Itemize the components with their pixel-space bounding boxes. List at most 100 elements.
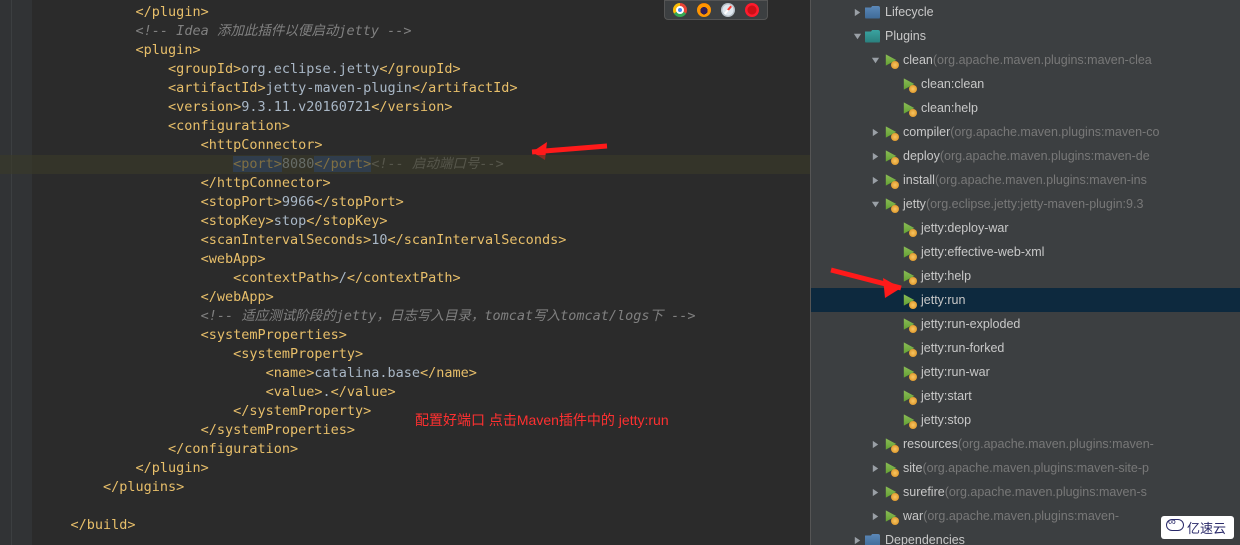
- maven-goal-icon: [901, 317, 915, 331]
- chrome-icon[interactable]: [673, 3, 687, 17]
- tree-label: deploy: [903, 149, 940, 163]
- code-line[interactable]: <systemProperty>: [32, 345, 810, 364]
- code-line[interactable]: <!-- Idea 添加此插件以便启动jetty -->: [32, 22, 810, 41]
- maven-node[interactable]: surefire (org.apache.maven.plugins:maven…: [811, 480, 1240, 504]
- opera-icon[interactable]: [745, 3, 759, 17]
- maven-node[interactable]: clean (org.apache.maven.plugins:maven-cl…: [811, 48, 1240, 72]
- code-line[interactable]: <stopPort>9966</stopPort>: [32, 193, 810, 212]
- code-line[interactable]: <scanIntervalSeconds>10</scanIntervalSec…: [32, 231, 810, 250]
- code-line[interactable]: </webApp>: [32, 288, 810, 307]
- maven-tool-window[interactable]: LifecyclePluginsclean (org.apache.maven.…: [810, 0, 1240, 545]
- tree-spacer: [887, 270, 899, 282]
- maven-node[interactable]: deploy (org.apache.maven.plugins:maven-d…: [811, 144, 1240, 168]
- tree-expand-icon[interactable]: [869, 126, 881, 138]
- maven-node[interactable]: jetty:run-exploded: [811, 312, 1240, 336]
- tree-expand-icon[interactable]: [869, 174, 881, 186]
- tree-label: jetty:run-war: [921, 365, 990, 379]
- maven-node[interactable]: site (org.apache.maven.plugins:maven-sit…: [811, 456, 1240, 480]
- tree-label: resources: [903, 437, 958, 451]
- tree-expand-icon[interactable]: [869, 510, 881, 522]
- maven-goal-icon: [883, 125, 897, 139]
- code-line[interactable]: <systemProperties>: [32, 326, 810, 345]
- maven-node[interactable]: jetty:help: [811, 264, 1240, 288]
- code-line[interactable]: <!-- 适应测试阶段的jetty，日志写入目录，tomcat写入tomcat/…: [32, 307, 810, 326]
- folder-icon: [865, 6, 880, 19]
- maven-goal-icon: [901, 101, 915, 115]
- maven-goal-icon: [883, 485, 897, 499]
- code-line[interactable]: [32, 497, 810, 516]
- code-line[interactable]: <configuration>: [32, 117, 810, 136]
- code-line[interactable]: <name>catalina.base</name>: [32, 364, 810, 383]
- code-line[interactable]: <httpConnector>: [32, 136, 810, 155]
- tree-label: jetty:run: [921, 293, 965, 307]
- tree-collapse-icon[interactable]: [869, 54, 881, 66]
- maven-node[interactable]: Plugins: [811, 24, 1240, 48]
- tree-label: install: [903, 173, 935, 187]
- tree-expand-icon[interactable]: [851, 6, 863, 18]
- maven-node[interactable]: jetty:stop: [811, 408, 1240, 432]
- maven-node[interactable]: compiler (org.apache.maven.plugins:maven…: [811, 120, 1240, 144]
- tree-spacer: [887, 78, 899, 90]
- maven-node[interactable]: clean:help: [811, 96, 1240, 120]
- maven-goal-icon: [901, 269, 915, 283]
- tree-meta: (org.apache.maven.plugins:maven-site-p: [922, 461, 1149, 475]
- code-line[interactable]: </httpConnector>: [32, 174, 810, 193]
- maven-node[interactable]: jetty:run-war: [811, 360, 1240, 384]
- code-line[interactable]: <contextPath>/</contextPath>: [32, 269, 810, 288]
- tree-spacer: [887, 102, 899, 114]
- code-area[interactable]: </plugin> <!-- Idea 添加此插件以便启动jetty --> <…: [32, 0, 810, 535]
- maven-node[interactable]: resources (org.apache.maven.plugins:mave…: [811, 432, 1240, 456]
- code-line[interactable]: <groupId>org.eclipse.jetty</groupId>: [32, 60, 810, 79]
- tree-label: clean: [903, 53, 933, 67]
- tree-expand-icon[interactable]: [869, 150, 881, 162]
- maven-node[interactable]: Lifecycle: [811, 0, 1240, 24]
- tree-meta: (org.apache.maven.plugins:maven-de: [940, 149, 1150, 163]
- maven-node[interactable]: clean:clean: [811, 72, 1240, 96]
- tree-expand-icon[interactable]: [851, 534, 863, 545]
- code-line[interactable]: </configuration>: [32, 440, 810, 459]
- tree-meta: (org.apache.maven.plugins:maven-co: [950, 125, 1159, 139]
- code-line[interactable]: </plugins>: [32, 478, 810, 497]
- tree-expand-icon[interactable]: [869, 438, 881, 450]
- code-line[interactable]: <stopKey>stop</stopKey>: [32, 212, 810, 231]
- tree-label: jetty:run-forked: [921, 341, 1004, 355]
- tree-label: jetty:start: [921, 389, 972, 403]
- maven-node[interactable]: jetty:start: [811, 384, 1240, 408]
- tree-collapse-icon[interactable]: [869, 198, 881, 210]
- tree-label: surefire: [903, 485, 945, 499]
- tree-meta: (org.apache.maven.plugins:maven-: [958, 437, 1154, 451]
- maven-node[interactable]: jetty:deploy-war: [811, 216, 1240, 240]
- tree-collapse-icon[interactable]: [851, 30, 863, 42]
- code-line[interactable]: <artifactId>jetty-maven-plugin</artifact…: [32, 79, 810, 98]
- watermark: 亿速云: [1161, 516, 1234, 539]
- maven-goal-icon: [883, 149, 897, 163]
- code-line[interactable]: <version>9.3.11.v20160721</version>: [32, 98, 810, 117]
- maven-node[interactable]: jetty:run-forked: [811, 336, 1240, 360]
- maven-node[interactable]: install (org.apache.maven.plugins:maven-…: [811, 168, 1240, 192]
- tree-label: clean:help: [921, 101, 978, 115]
- firefox-icon[interactable]: [697, 3, 711, 17]
- tree-label: Dependencies: [885, 533, 965, 545]
- tree-label: jetty:help: [921, 269, 971, 283]
- code-line[interactable]: <value>.</value>: [32, 383, 810, 402]
- tree-expand-icon[interactable]: [869, 462, 881, 474]
- folder-icon: [865, 534, 880, 545]
- maven-node[interactable]: jetty:effective-web-xml: [811, 240, 1240, 264]
- tree-spacer: [887, 342, 899, 354]
- safari-icon[interactable]: [721, 3, 735, 17]
- code-line[interactable]: <plugin>: [32, 41, 810, 60]
- tree-label: jetty:stop: [921, 413, 971, 427]
- xml-editor[interactable]: </plugin> <!-- Idea 添加此插件以便启动jetty --> <…: [0, 0, 810, 545]
- maven-goal-selected[interactable]: jetty:run: [811, 288, 1240, 312]
- maven-goal-icon: [883, 53, 897, 67]
- code-line[interactable]: <webApp>: [32, 250, 810, 269]
- tree-spacer: [887, 318, 899, 330]
- maven-tree[interactable]: LifecyclePluginsclean (org.apache.maven.…: [811, 0, 1240, 545]
- maven-node[interactable]: jetty (org.eclipse.jetty:jetty-maven-plu…: [811, 192, 1240, 216]
- tree-expand-icon[interactable]: [869, 486, 881, 498]
- tree-label: Lifecycle: [885, 5, 934, 19]
- code-line[interactable]: </build>: [32, 516, 810, 535]
- cloud-icon: [1166, 519, 1184, 531]
- code-line[interactable]: </plugin>: [32, 459, 810, 478]
- tree-label: jetty:run-exploded: [921, 317, 1020, 331]
